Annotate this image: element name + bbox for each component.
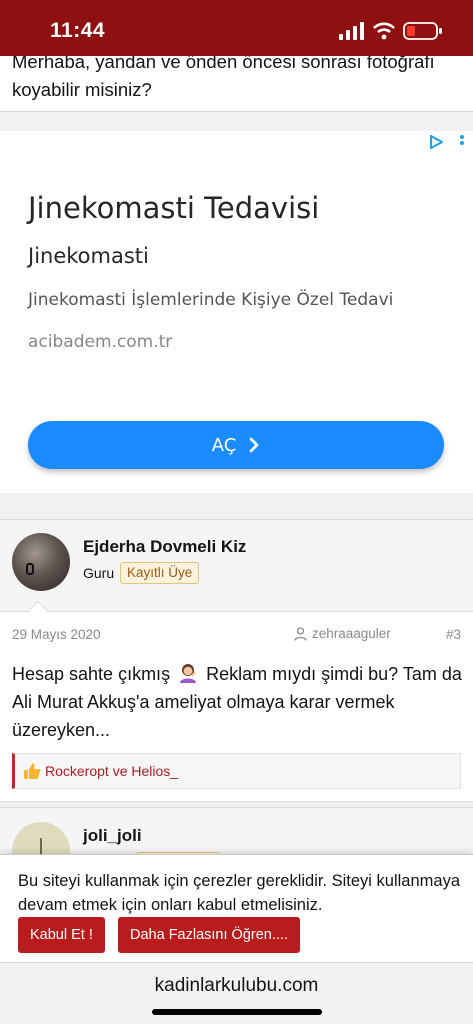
quoted-user[interactable]: zehraaaguler bbox=[294, 626, 391, 641]
post-body-part1: Hesap sahte çıkmış bbox=[12, 664, 171, 684]
ad-title[interactable]: Jinekomasti Tedavisi bbox=[28, 191, 319, 225]
thumbs-up-icon bbox=[24, 763, 41, 779]
post-body: Hesap sahte çıkmış Reklam mıydı şimdi bu… bbox=[12, 660, 464, 744]
cookie-text: Bu siteyi kullanmak için çerezler gerekl… bbox=[18, 872, 461, 914]
user-title: Guru bbox=[83, 565, 115, 581]
user-badge: Kayıtlı Üye bbox=[120, 562, 200, 584]
post-header: Ejderha Dovmeli Kiz Guru Kayıtlı Üye bbox=[0, 520, 473, 624]
battery-icon bbox=[403, 22, 442, 40]
reactions-bar[interactable]: Rockeropt ve Helios_ bbox=[12, 753, 461, 789]
learn-more-button[interactable]: Daha Fazlasını Öğren.... bbox=[118, 917, 300, 953]
previous-post: Merhaba, yandan ve önden öncesi sonrası … bbox=[0, 56, 473, 112]
header-notch bbox=[26, 600, 50, 624]
username[interactable]: Ejderha Dovmeli Kiz bbox=[83, 537, 246, 557]
reactions-text[interactable]: Rockeropt ve Helios_ bbox=[45, 763, 178, 779]
ad-card[interactable]: Jinekomasti Tedavisi Jinekomasti Jinekom… bbox=[0, 131, 473, 493]
url-text[interactable]: kadinlarkulubu.com bbox=[0, 975, 473, 997]
next-post-username[interactable]: joli_joli bbox=[83, 826, 142, 846]
status-bar: 11:44 bbox=[0, 0, 473, 56]
accept-cookies-button[interactable]: Kabul Et ! bbox=[18, 917, 105, 953]
next-post-avatar-detail bbox=[40, 838, 42, 854]
adchoices-icon[interactable] bbox=[429, 135, 443, 149]
status-time: 11:44 bbox=[50, 19, 106, 42]
post-card: Ejderha Dovmeli Kiz Guru Kayıtlı Üye 29 … bbox=[0, 519, 473, 802]
avatar[interactable] bbox=[12, 533, 70, 591]
ad-menu-icon[interactable] bbox=[459, 134, 465, 150]
previous-post-text: Merhaba, yandan ve önden öncesi sonrası … bbox=[12, 56, 435, 100]
ad-subtitle: Jinekomasti bbox=[28, 244, 149, 268]
ad-description: Jinekomasti İşlemlerinde Kişiye Özel Ted… bbox=[28, 290, 394, 310]
quoted-user-name: zehraaaguler bbox=[312, 626, 391, 641]
wifi-icon bbox=[373, 22, 395, 40]
cookie-notice: Bu siteyi kullanmak için çerezler gerekl… bbox=[0, 854, 473, 962]
user-icon bbox=[294, 626, 307, 641]
browser-url-bar[interactable]: kadinlarkulubu.com bbox=[0, 962, 473, 1024]
ad-open-button-label: AÇ bbox=[211, 434, 237, 456]
ad-open-button[interactable]: AÇ bbox=[28, 421, 444, 469]
chevron-right-icon bbox=[249, 437, 259, 453]
signal-icon bbox=[339, 22, 364, 40]
emoji-person-icon bbox=[180, 664, 197, 683]
avatar-tattoo-mark bbox=[26, 563, 34, 575]
post-number[interactable]: #3 bbox=[446, 627, 461, 642]
home-indicator[interactable] bbox=[152, 1009, 322, 1015]
post-date[interactable]: 29 Mayıs 2020 bbox=[12, 627, 101, 642]
ad-domain: acibadem.com.tr bbox=[28, 332, 173, 352]
